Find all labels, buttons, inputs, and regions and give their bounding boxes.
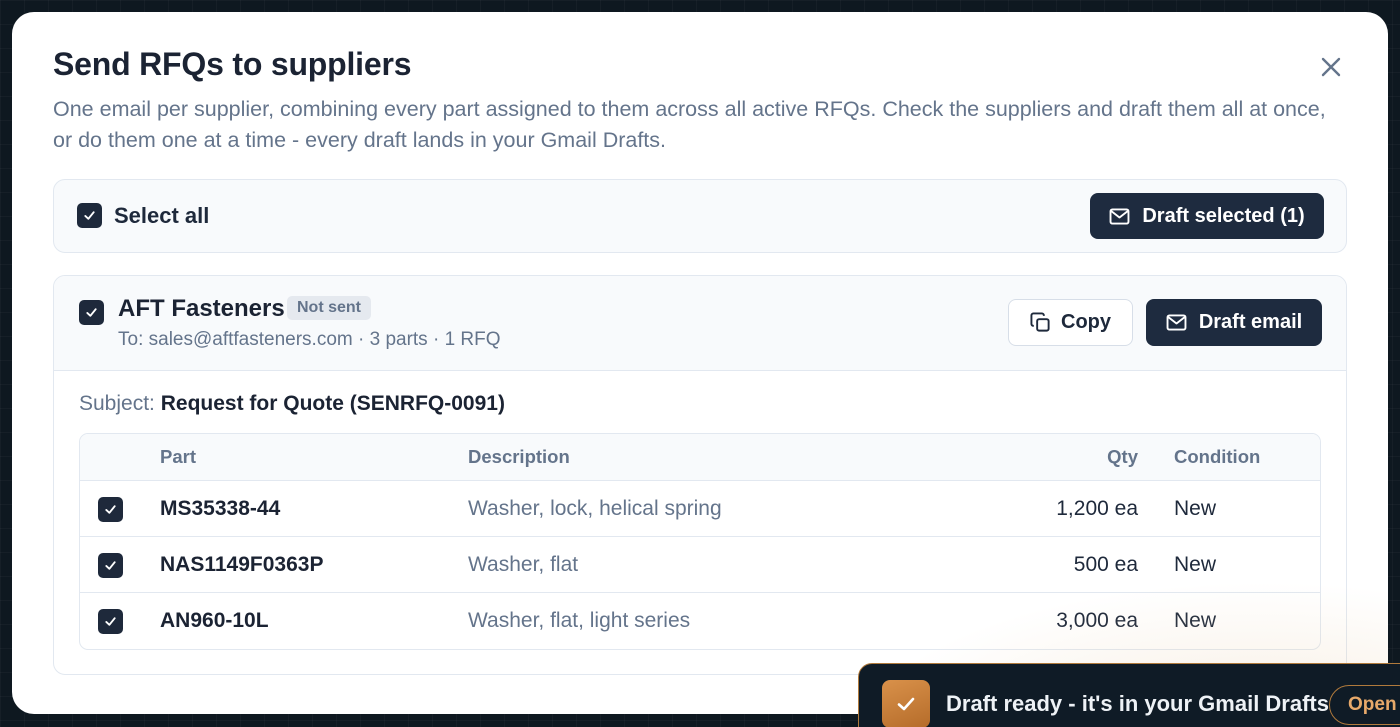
part-qty: 1,200 ea — [1056, 497, 1138, 520]
toast-message: Draft ready - it's in your Gmail Drafts — [946, 691, 1329, 716]
part-qty: 500 ea — [1073, 553, 1138, 576]
part-description: Washer, flat — [468, 553, 579, 576]
draft-selected-button[interactable]: Draft selected (1) — [1090, 193, 1324, 239]
table-row: NAS1149F0363P Washer, flat 500 ea New — [80, 537, 1320, 593]
copy-label: Copy — [1061, 311, 1111, 333]
parts-table: Part Description Qty Condition MS35338-4… — [79, 433, 1321, 650]
row-checkbox[interactable] — [98, 553, 123, 578]
supplier-card: AFT Fasteners Not sent To: sales@aftfast… — [53, 275, 1347, 675]
column-header-qty: Qty — [1107, 446, 1138, 467]
subject-value: Request for Quote (SENRFQ-0091) — [160, 392, 505, 415]
status-badge: Not sent — [287, 296, 371, 320]
part-condition: New — [1174, 553, 1217, 576]
column-header-part: Part — [160, 446, 196, 467]
check-icon — [897, 697, 915, 711]
modal-description: One email per supplier, combining every … — [53, 97, 1326, 152]
check-icon — [84, 211, 95, 220]
supplier-meta: To: sales@aftfasteners.com · 3 parts · 1… — [118, 329, 501, 350]
row-checkbox[interactable] — [98, 497, 123, 522]
supplier-checkbox[interactable] — [79, 300, 104, 325]
part-number: MS35338-44 — [160, 497, 281, 520]
copy-button[interactable]: Copy — [1008, 299, 1133, 346]
column-header-condition: Condition — [1174, 446, 1261, 467]
draft-email-button[interactable]: Draft email — [1146, 299, 1322, 346]
supplier-header: AFT Fasteners Not sent To: sales@aftfast… — [54, 276, 1346, 371]
part-number: NAS1149F0363P — [160, 553, 324, 576]
part-condition: New — [1174, 497, 1217, 520]
column-header-description: Description — [468, 446, 570, 467]
part-number: AN960-10L — [160, 609, 269, 632]
toast-open-button[interactable]: Open — [1329, 685, 1400, 725]
table-row: MS35338-44 Washer, lock, helical spring … — [80, 481, 1320, 537]
toast-check-badge — [882, 680, 930, 727]
mail-icon — [1109, 207, 1130, 225]
check-icon — [86, 308, 97, 317]
send-rfqs-modal: Send RFQs to suppliers One email per sup… — [12, 12, 1388, 714]
draft-email-label: Draft email — [1198, 311, 1303, 333]
part-condition: New — [1174, 609, 1217, 632]
draft-ready-toast: Draft ready - it's in your Gmail Drafts … — [858, 663, 1400, 727]
close-icon — [1321, 57, 1341, 77]
part-description: Washer, lock, helical spring — [468, 497, 722, 520]
draft-selected-label: Draft selected (1) — [1142, 204, 1305, 227]
select-all-checkbox[interactable] — [77, 203, 102, 228]
table-row: AN960-10L Washer, flat, light series 3,0… — [80, 593, 1320, 649]
table-header: Part Description Qty Condition — [80, 434, 1320, 481]
check-icon — [105, 505, 116, 514]
email-subject: Subject: Request for Quote (SENRFQ-0091) — [79, 392, 505, 416]
copy-icon — [1030, 312, 1050, 332]
close-button[interactable] — [1316, 52, 1346, 82]
subject-label: Subject: — [79, 392, 155, 415]
select-all-label[interactable]: Select all — [114, 203, 209, 229]
modal-title: Send RFQs to suppliers — [53, 46, 412, 82]
select-all-bar: Select all Draft selected (1) — [53, 179, 1347, 253]
row-checkbox[interactable] — [98, 609, 123, 634]
part-description: Washer, flat, light series — [468, 609, 691, 632]
check-icon — [105, 617, 116, 626]
supplier-name: AFT Fasteners — [118, 295, 285, 322]
mail-icon — [1166, 314, 1187, 331]
part-qty: 3,000 ea — [1056, 609, 1138, 632]
check-icon — [105, 561, 116, 570]
